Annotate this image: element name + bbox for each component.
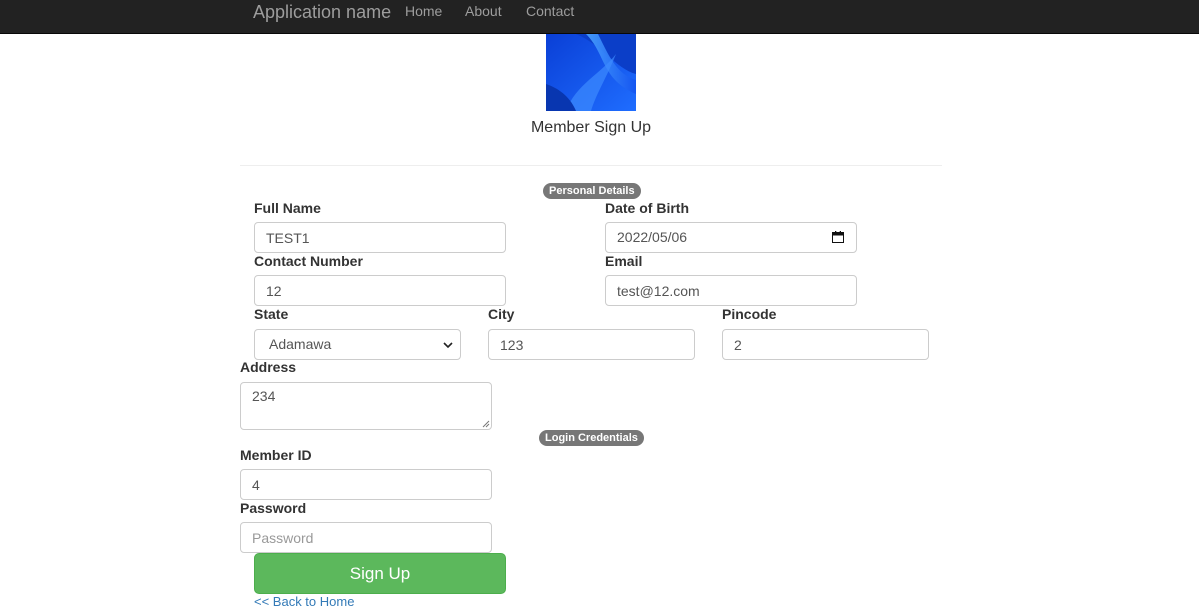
page-title: Member Sign Up <box>530 119 652 136</box>
calendar-icon[interactable] <box>832 231 844 243</box>
dob-value: 2022/05/06 <box>617 229 688 245</box>
password-input[interactable] <box>240 522 492 553</box>
logo-graphic <box>546 34 636 111</box>
nav-contact-link[interactable]: Contact <box>526 3 574 19</box>
email-label: Email <box>605 253 643 269</box>
nav-home-link[interactable]: Home <box>405 3 442 19</box>
back-to-home-link[interactable]: << Back to Home <box>254 594 354 609</box>
member-id-input[interactable] <box>240 469 492 500</box>
member-id-label: Member ID <box>240 447 312 463</box>
logo-image <box>546 34 636 111</box>
pincode-label: Pincode <box>722 306 777 322</box>
sign-up-button[interactable]: Sign Up <box>254 553 506 594</box>
dob-label: Date of Birth <box>605 200 689 216</box>
nav-about-link[interactable]: About <box>465 3 502 19</box>
full-name-label: Full Name <box>254 200 321 216</box>
chevron-down-icon <box>443 342 453 349</box>
address-value: 234 <box>252 388 276 404</box>
login-credentials-badge: Login Credentials <box>539 430 644 446</box>
city-input[interactable] <box>488 329 695 360</box>
state-select[interactable]: Adamawa <box>254 329 461 360</box>
navbar: Application name Home About Contact <box>0 0 1199 34</box>
personal-details-badge: Personal Details <box>543 183 641 199</box>
contact-number-input[interactable] <box>254 275 506 306</box>
resize-grip-icon[interactable] <box>482 420 490 428</box>
email-input[interactable] <box>605 275 857 306</box>
dob-input[interactable]: 2022/05/06 <box>605 222 857 253</box>
address-label: Address <box>240 359 297 375</box>
pincode-input[interactable] <box>722 329 929 360</box>
state-label: State <box>254 306 289 322</box>
password-label: Password <box>240 500 307 516</box>
contact-number-label: Contact Number <box>254 253 363 269</box>
full-name-input[interactable] <box>254 222 506 253</box>
address-textarea[interactable]: 234 <box>240 382 492 430</box>
state-selected-value: Adamawa <box>269 336 332 352</box>
brand-link[interactable]: Application name <box>253 2 391 22</box>
city-label: City <box>488 306 515 322</box>
divider <box>240 165 942 166</box>
